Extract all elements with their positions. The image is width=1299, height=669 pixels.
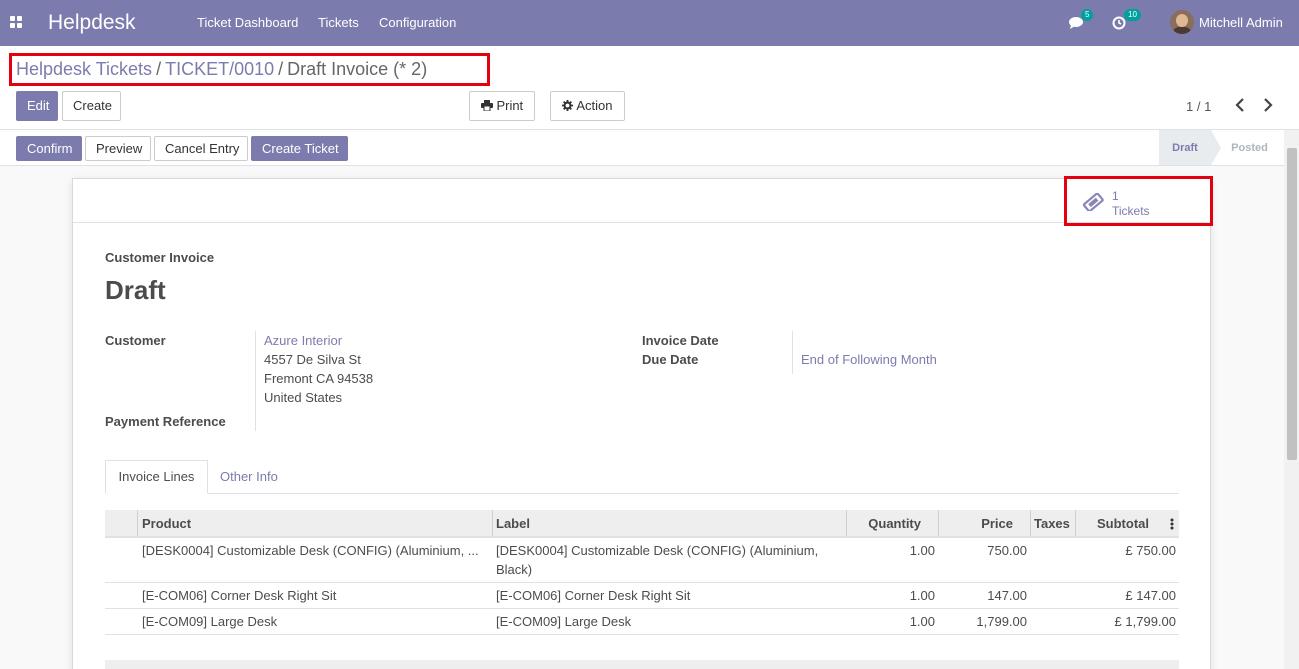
breadcrumb-ticket[interactable]: TICKET/0010: [165, 59, 274, 79]
form-sheet: 1 Tickets Customer Invoice Draft Custome…: [72, 178, 1211, 669]
address-line: United States: [264, 390, 343, 405]
menu-configuration[interactable]: Configuration: [379, 15, 456, 30]
confirm-button[interactable]: Confirm: [16, 136, 82, 161]
price-cell[interactable]: 1,799.00: [976, 612, 1027, 631]
column-price[interactable]: Price: [981, 516, 1013, 531]
print-button[interactable]: Print: [469, 91, 535, 121]
action-label: Action: [576, 98, 613, 113]
messages-button[interactable]: 5: [1069, 9, 1099, 31]
create-ticket-button[interactable]: Create Ticket: [251, 136, 348, 161]
label-cell[interactable]: [E-COM09] Large Desk: [496, 612, 631, 631]
table-footer: [105, 660, 1179, 669]
app-brand[interactable]: Helpdesk: [48, 11, 136, 35]
due-date-label: Due Date: [642, 352, 699, 367]
breadcrumb-separator: /: [156, 59, 162, 79]
messages-badge: 5: [1081, 9, 1094, 21]
edit-button[interactable]: Edit: [16, 91, 58, 121]
product-cell[interactable]: [E-COM06] Corner Desk Right Sit: [142, 586, 336, 605]
subtotal-cell: £ 1,799.00: [1114, 614, 1176, 629]
pager-previous-button[interactable]: [1235, 98, 1245, 117]
optional-columns-icon[interactable]: [1170, 518, 1174, 530]
address-line: 4557 De Silva St: [264, 352, 361, 367]
price-cell[interactable]: 750.00: [987, 541, 1027, 560]
activities-badge: 10: [1124, 9, 1141, 21]
customer-link[interactable]: Azure Interior: [264, 333, 342, 348]
quantity-cell[interactable]: 1.00: [910, 541, 935, 560]
label-cell-continued[interactable]: Black): [496, 560, 532, 579]
stage-draft[interactable]: Draft: [1159, 130, 1221, 165]
label-cell[interactable]: [DESK0004] Customizable Desk (CONFIG) (A…: [496, 541, 818, 560]
breadcrumb-current: Draft Invoice (* 2): [287, 59, 428, 79]
control-panel: Helpdesk Tickets / TICKET/0010/Draft Invoi…: [0, 46, 1299, 130]
top-navbar: Helpdesk Ticket Dashboard Tickets Config…: [0, 0, 1299, 46]
field-separator: [792, 331, 793, 374]
column-divider: [1075, 510, 1076, 536]
table-row[interactable]: [DESK0004] Customizable Desk (CONFIG) (A…: [105, 538, 1179, 583]
column-divider: [137, 510, 138, 536]
product-cell[interactable]: [E-COM09] Large Desk: [142, 612, 277, 631]
product-cell[interactable]: [DESK0004] Customizable Desk (CONFIG) (A…: [142, 541, 479, 560]
form-statusbar: Confirm Preview Cancel Entry Create Tick…: [0, 130, 1299, 166]
subtotal-cell: £ 750.00: [1125, 543, 1176, 558]
quantity-cell[interactable]: 1.00: [910, 586, 935, 605]
create-button[interactable]: Create: [62, 91, 121, 121]
column-divider: [1030, 510, 1031, 536]
subtotal-cell: £ 147.00: [1125, 588, 1176, 603]
printer-icon: [480, 100, 493, 112]
tab-other-info[interactable]: Other Info: [220, 469, 278, 484]
stage-posted[interactable]: Posted: [1222, 130, 1277, 165]
price-cell[interactable]: 147.00: [987, 586, 1027, 605]
breadcrumb-separator: /: [278, 59, 284, 79]
chevron-left-icon: [1235, 98, 1244, 112]
cancel-entry-button[interactable]: Cancel Entry: [154, 136, 248, 161]
table-row[interactable]: [E-COM06] Corner Desk Right Sit [E-COM06…: [105, 583, 1179, 609]
activities-button[interactable]: 10: [1112, 9, 1146, 31]
tab-invoice-lines[interactable]: Invoice Lines: [105, 460, 208, 494]
column-quantity[interactable]: Quantity: [868, 516, 921, 531]
user-avatar[interactable]: [1170, 10, 1194, 34]
quantity-cell[interactable]: 1.00: [910, 612, 935, 631]
smart-button-box: 1 Tickets: [73, 179, 1210, 223]
address-line: Fremont CA 94538: [264, 371, 374, 386]
menu-tickets[interactable]: Tickets: [318, 15, 359, 30]
column-divider: [846, 510, 847, 536]
column-label[interactable]: Label: [496, 516, 530, 531]
column-subtotal[interactable]: Subtotal: [1097, 516, 1149, 531]
column-taxes[interactable]: Taxes: [1034, 516, 1070, 531]
gear-icon: [562, 100, 574, 111]
smart-button-highlight-box: [1064, 176, 1213, 226]
user-menu[interactable]: Mitchell Admin: [1199, 15, 1283, 30]
payment-reference-label: Payment Reference: [105, 414, 226, 429]
table-row[interactable]: [E-COM09] Large Desk [E-COM09] Large Des…: [105, 609, 1179, 635]
payment-terms-link[interactable]: End of Following Month: [801, 352, 937, 367]
label-cell[interactable]: [E-COM06] Corner Desk Right Sit: [496, 586, 690, 605]
invoice-name: Draft: [105, 275, 166, 305]
breadcrumb-helpdesk-tickets[interactable]: Helpdesk Tickets: [16, 59, 152, 79]
apps-menu-icon[interactable]: [10, 16, 23, 29]
field-separator: [255, 331, 256, 431]
column-divider: [938, 510, 939, 536]
customer-label: Customer: [105, 333, 166, 348]
menu-ticket-dashboard[interactable]: Ticket Dashboard: [197, 15, 298, 30]
document-type: Customer Invoice: [105, 250, 215, 265]
invoice-lines-header: Product Label Quantity Price Taxes Subto…: [105, 510, 1179, 538]
pager-next-button[interactable]: [1263, 98, 1273, 117]
column-product[interactable]: Product: [142, 516, 191, 531]
print-label: Print: [496, 98, 524, 113]
scrollbar-thumb[interactable]: [1287, 148, 1297, 460]
preview-button[interactable]: Preview: [85, 136, 151, 161]
column-divider: [492, 510, 493, 536]
pager-value[interactable]: 1 / 1: [1186, 99, 1211, 114]
tabs-divider: [105, 493, 1179, 494]
action-button[interactable]: Action: [550, 91, 625, 121]
invoice-date-label: Invoice Date: [642, 333, 719, 348]
breadcrumb: Helpdesk Tickets / TICKET/0010/Draft Invoi…: [16, 59, 427, 80]
chevron-right-icon: [1264, 98, 1273, 112]
